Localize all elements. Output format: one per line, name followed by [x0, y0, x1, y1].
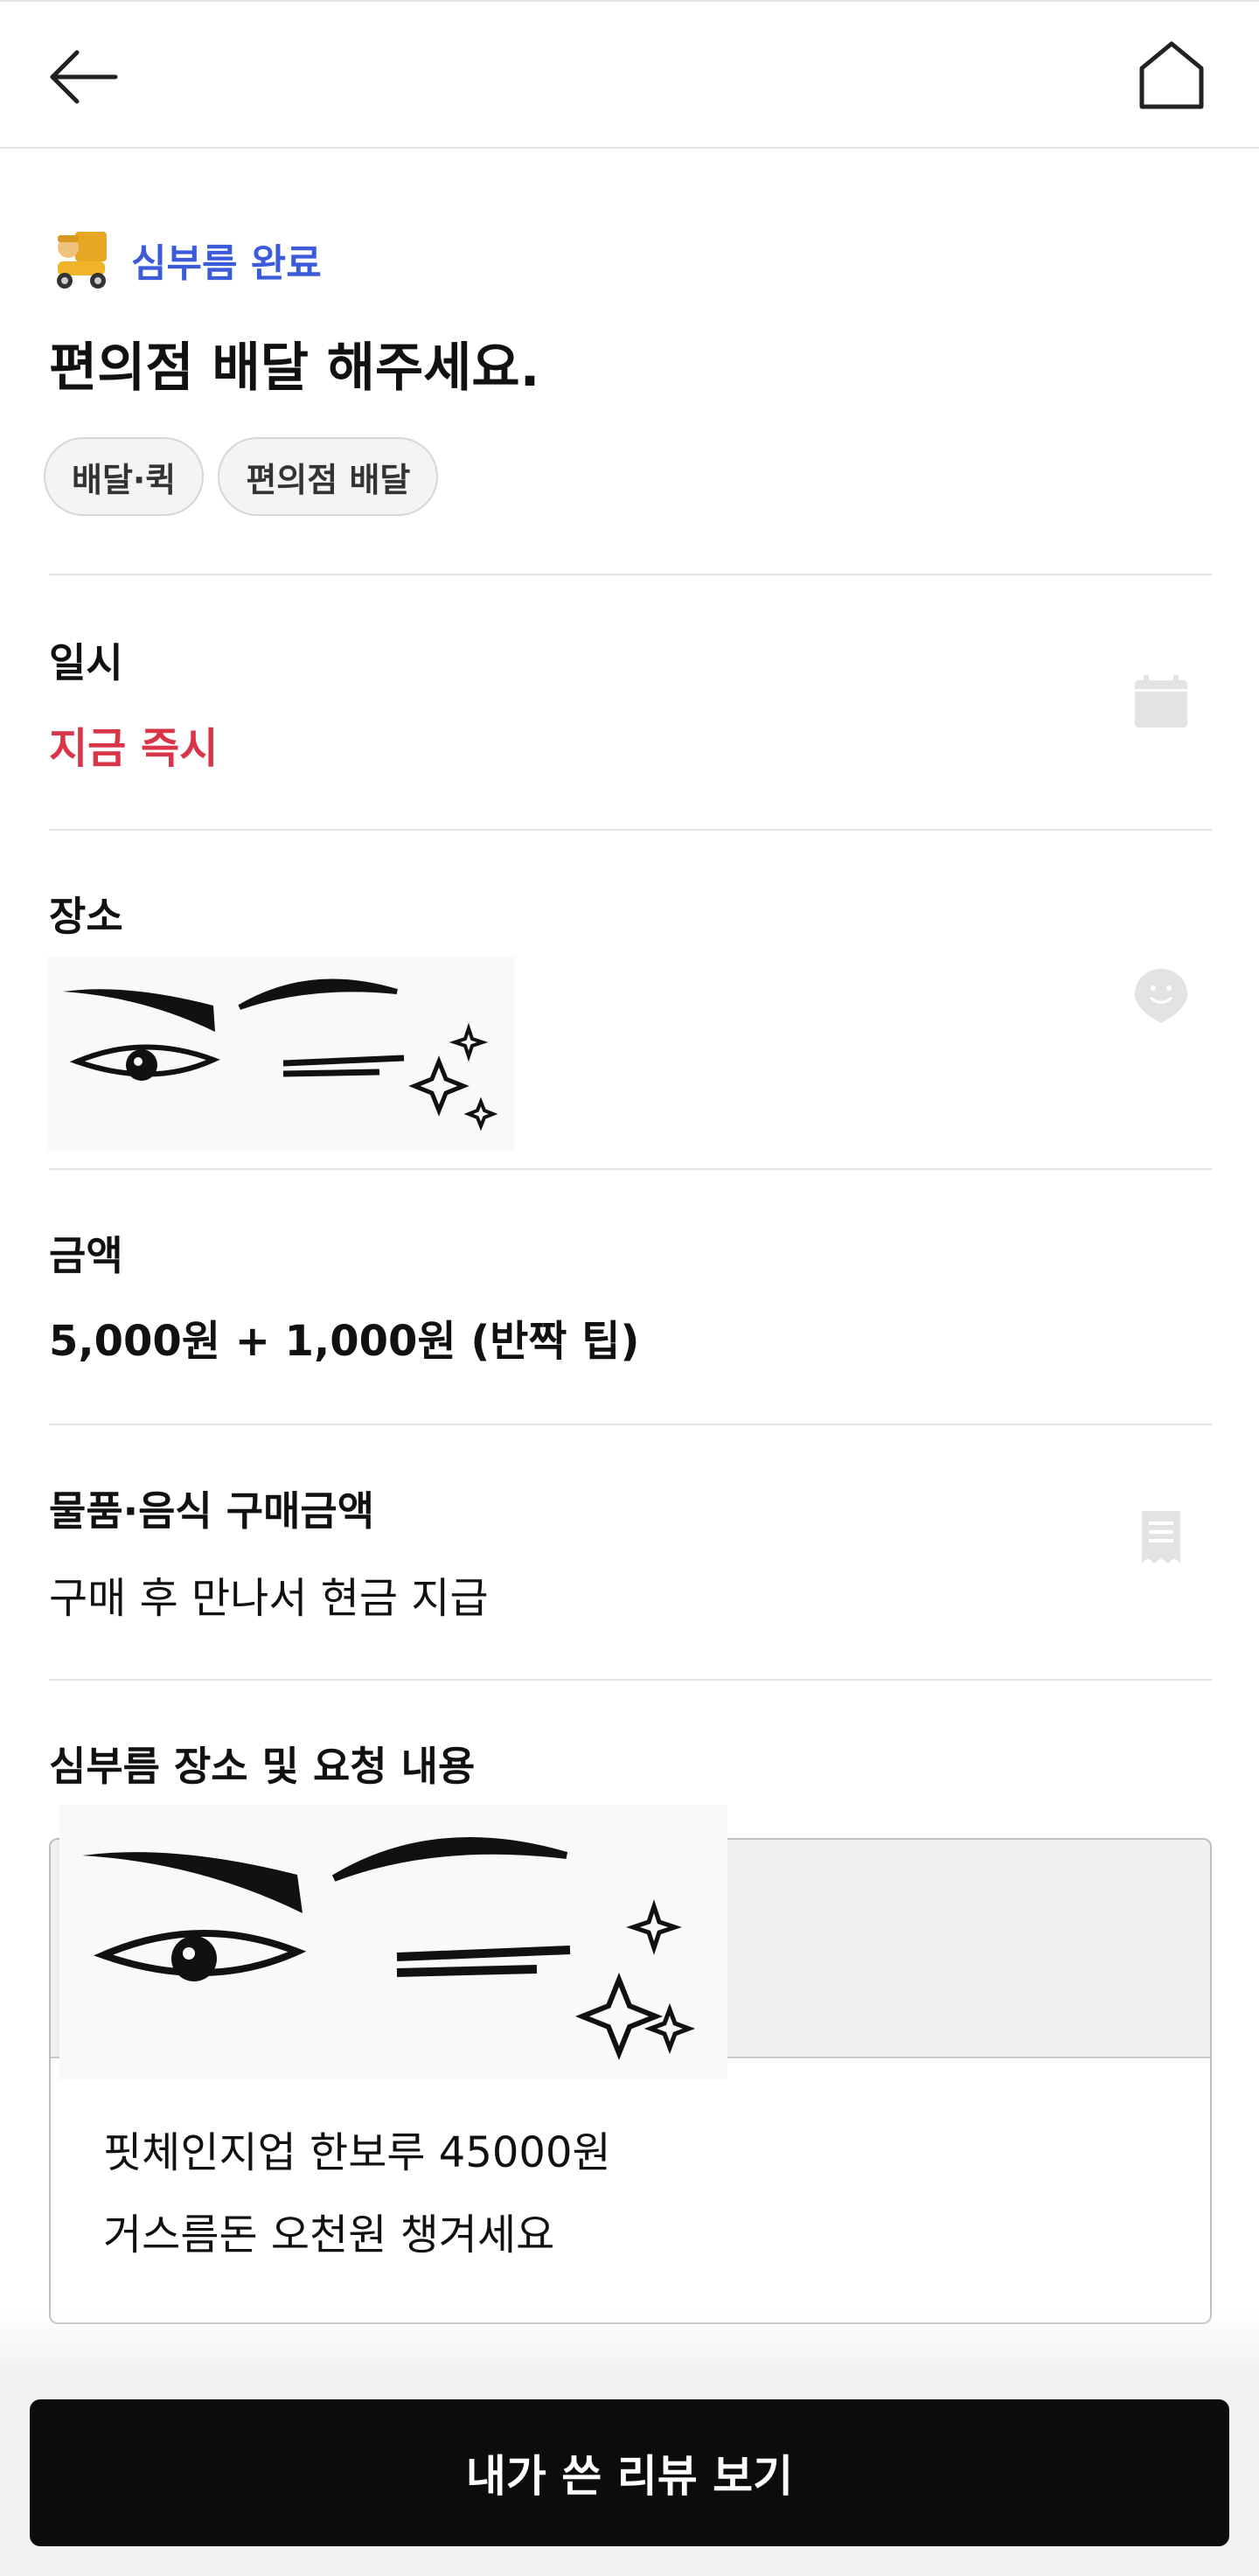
divider [49, 574, 1212, 575]
category-tags: 배달·퀵 편의점 배달 [44, 437, 439, 516]
receipt-icon [1142, 1511, 1180, 1563]
request-label: 심부름 장소 및 요청 내용 [49, 1743, 476, 1790]
datetime-value: 지금 즉시 [49, 724, 219, 773]
status-label: 심부름 완료 [131, 241, 322, 286]
back-button[interactable] [45, 42, 124, 112]
delivery-mascot-icon [57, 232, 107, 289]
divider [49, 1424, 1212, 1425]
place-photo [47, 957, 514, 1151]
divider [49, 1168, 1212, 1170]
datetime-label: 일시 [49, 639, 123, 686]
divider [49, 1679, 1212, 1681]
home-button[interactable] [1137, 38, 1207, 112]
home-icon [1139, 41, 1204, 109]
tag-convenience-delivery[interactable]: 편의점 배달 [218, 437, 439, 516]
divider [49, 829, 1212, 831]
bottom-fade [0, 2308, 1259, 2370]
purchase-value: 구매 후 만나서 현금 지급 [49, 1574, 489, 1623]
top-bar [0, 0, 1259, 149]
place-label: 장소 [49, 893, 123, 940]
page-title: 편의점 배달 해주세요. [49, 338, 540, 399]
request-line: 거스름돈 오천원 챙겨세요 [103, 2210, 555, 2259]
tag-delivery-quick[interactable]: 배달·퀵 [44, 437, 205, 516]
calendar-icon [1135, 675, 1187, 728]
view-my-review-button[interactable]: 내가 쓴 리뷰 보기 [30, 2399, 1229, 2546]
amount-label: 금액 [49, 1232, 123, 1279]
request-line: 핏체인지업 한보루 45000원 [103, 2128, 611, 2177]
location-pin-icon [1135, 969, 1187, 1023]
purchase-label: 물품·음식 구매금액 [49, 1487, 375, 1535]
arrow-left-icon [50, 50, 118, 104]
status-row: 심부름 완료 [49, 229, 322, 290]
request-photo [59, 1805, 727, 2079]
amount-value: 5,000원 + 1,000원 (반짝 팁) [49, 1317, 640, 1366]
